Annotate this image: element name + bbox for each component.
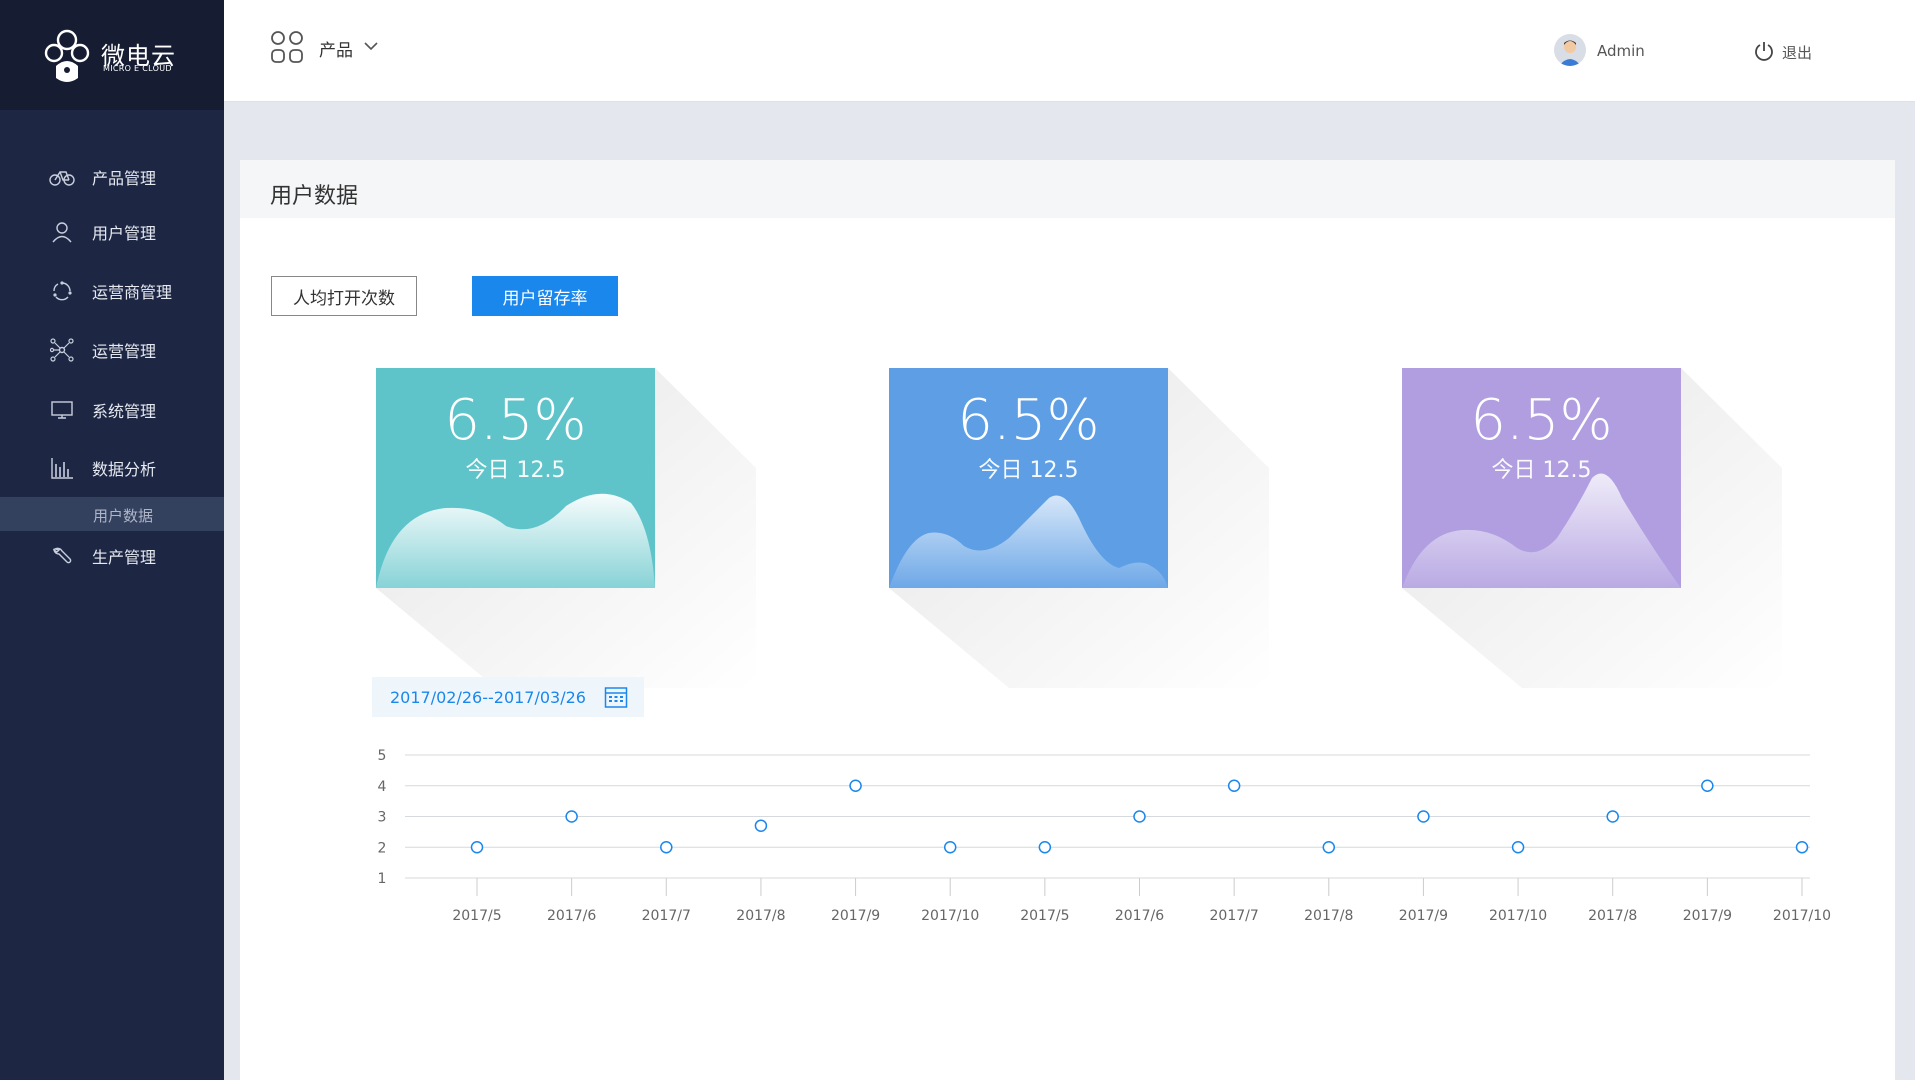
data-point bbox=[1701, 779, 1714, 792]
data-point bbox=[1417, 810, 1430, 823]
tab-avg-opens[interactable]: 人均打开次数 bbox=[271, 276, 417, 316]
content-panel: 用户数据 人均打开次数 用户留存率 6.5% 今日 12.5 6.5% 今日 1… bbox=[240, 160, 1895, 1080]
data-point bbox=[943, 841, 957, 854]
card-value: 6.5% bbox=[1470, 388, 1613, 453]
chevron-down-icon[interactable] bbox=[363, 40, 379, 52]
sidebar-item-system[interactable]: 系统管理 bbox=[0, 390, 224, 430]
x-tick-label: 2017/10 bbox=[1489, 908, 1547, 924]
sidebar-item-label: 生产管理 bbox=[92, 548, 157, 567]
x-tick-label: 2017/9 bbox=[1683, 908, 1732, 924]
card-sub: 今日 12.5 bbox=[978, 458, 1079, 483]
y-tick-label: 4 bbox=[378, 779, 387, 795]
sidebar-item-label: 运营商管理 bbox=[92, 283, 173, 302]
network-icon bbox=[49, 337, 75, 363]
card-value: 6.5% bbox=[444, 388, 587, 453]
sidebar-item-users[interactable]: 用户管理 bbox=[0, 212, 224, 252]
top-header: 产品 Admin 退出 bbox=[224, 0, 1915, 102]
retention-chart: 1 2 3 4 5 2017/5 2017/6 2017/7 2017/8 2017/9 2017/… bbox=[378, 748, 1832, 924]
date-range-picker[interactable]: 2017/02/26--2017/03/26 bbox=[372, 677, 644, 717]
x-tick-label: 2017/9 bbox=[1399, 908, 1448, 924]
logo-area: 微电云 MICRO E CLOUD bbox=[0, 0, 224, 110]
date-range-text: 2017/02/26--2017/03/26 bbox=[390, 688, 586, 707]
sidebar-item-analytics[interactable]: 数据分析 bbox=[0, 448, 224, 488]
x-tick-label: 2017/5 bbox=[1020, 908, 1069, 924]
data-point bbox=[849, 779, 862, 792]
x-tick-label: 2017/10 bbox=[1773, 908, 1831, 924]
sidebar-item-label: 用户管理 bbox=[92, 224, 157, 243]
x-tick-label: 2017/8 bbox=[1588, 908, 1637, 924]
data-point bbox=[754, 819, 768, 832]
user-icon bbox=[49, 219, 75, 245]
x-tick-label: 2017/9 bbox=[831, 908, 880, 924]
x-tick-label: 2017/8 bbox=[1304, 908, 1353, 924]
card-value: 6.5% bbox=[957, 388, 1100, 453]
y-tick-label: 1 bbox=[378, 871, 387, 887]
data-point bbox=[1795, 841, 1809, 854]
product-dropdown[interactable]: 产品 bbox=[319, 36, 353, 61]
wrench-icon bbox=[49, 543, 75, 569]
x-tick-label: 2017/7 bbox=[642, 908, 691, 924]
tab-retention[interactable]: 用户留存率 bbox=[472, 276, 618, 316]
refresh-cycle-icon bbox=[49, 278, 75, 304]
sidebar-item-label: 系统管理 bbox=[92, 402, 157, 421]
bar-chart-icon bbox=[49, 455, 75, 481]
data-point bbox=[470, 841, 484, 854]
data-point bbox=[1511, 841, 1525, 854]
data-point bbox=[1227, 779, 1241, 792]
sidebar-item-production[interactable]: 生产管理 bbox=[0, 536, 224, 576]
page-title: 用户数据 bbox=[270, 184, 359, 209]
data-point bbox=[1606, 810, 1619, 823]
data-point bbox=[1038, 841, 1052, 854]
data-point bbox=[660, 841, 673, 854]
data-point bbox=[1133, 810, 1146, 823]
card-sub: 今日 12.5 bbox=[465, 458, 566, 483]
x-tick-label: 2017/7 bbox=[1210, 908, 1259, 924]
sidebar-item-label: 产品管理 bbox=[92, 169, 157, 188]
sidebar-item-label: 运营管理 bbox=[92, 342, 157, 361]
y-tick-label: 5 bbox=[378, 748, 387, 764]
card-face: 6.5% 今日 12.5 bbox=[889, 368, 1168, 588]
sidebar-item-operators[interactable]: 运营商管理 bbox=[0, 271, 224, 311]
sidebar-item-operations[interactable]: 运营管理 bbox=[0, 330, 224, 370]
sidebar-item-product[interactable]: 产品管理 bbox=[0, 157, 224, 197]
user-name[interactable]: Admin bbox=[1597, 42, 1645, 60]
calendar-icon[interactable] bbox=[604, 685, 628, 709]
kpi-card: 6.5% 今日 12.5 bbox=[1402, 368, 1782, 688]
data-point bbox=[565, 810, 578, 823]
x-tick-label: 2017/10 bbox=[921, 908, 979, 924]
y-tick-label: 2 bbox=[378, 840, 387, 856]
x-tick-label: 2017/5 bbox=[452, 908, 501, 924]
sidebar-item-label: 数据分析 bbox=[92, 460, 157, 479]
apps-grid-icon[interactable] bbox=[270, 30, 304, 64]
card-sub: 今日 12.5 bbox=[1491, 458, 1592, 483]
bicycle-icon bbox=[49, 164, 75, 190]
x-tick-label: 2017/6 bbox=[1115, 908, 1164, 924]
sidebar-subitem-user-data[interactable]: 用户数据 bbox=[0, 497, 224, 531]
monitor-icon bbox=[49, 397, 75, 423]
avatar[interactable] bbox=[1554, 34, 1586, 66]
sidebar: 微电云 MICRO E CLOUD 产品管理 用户管理 运营商管理 运营管理 系… bbox=[0, 0, 224, 1080]
brand-tagline: MICRO E CLOUD bbox=[103, 64, 172, 73]
x-tick-label: 2017/6 bbox=[547, 908, 596, 924]
power-icon[interactable] bbox=[1753, 40, 1775, 62]
card-face: 6.5% 今日 12.5 bbox=[376, 368, 655, 588]
panel-header: 用户数据 bbox=[240, 160, 1895, 218]
data-point bbox=[1322, 841, 1336, 854]
logo-icon bbox=[44, 29, 90, 82]
x-tick-label: 2017/8 bbox=[736, 908, 785, 924]
y-tick-label: 3 bbox=[378, 810, 387, 826]
kpi-card: 6.5% 今日 12.5 bbox=[376, 368, 756, 688]
sidebar-subitem-label: 用户数据 bbox=[93, 507, 154, 525]
logout-button[interactable]: 退出 bbox=[1782, 42, 1812, 63]
kpi-card: 6.5% 今日 12.5 bbox=[889, 368, 1269, 688]
card-face: 6.5% 今日 12.5 bbox=[1402, 368, 1681, 588]
